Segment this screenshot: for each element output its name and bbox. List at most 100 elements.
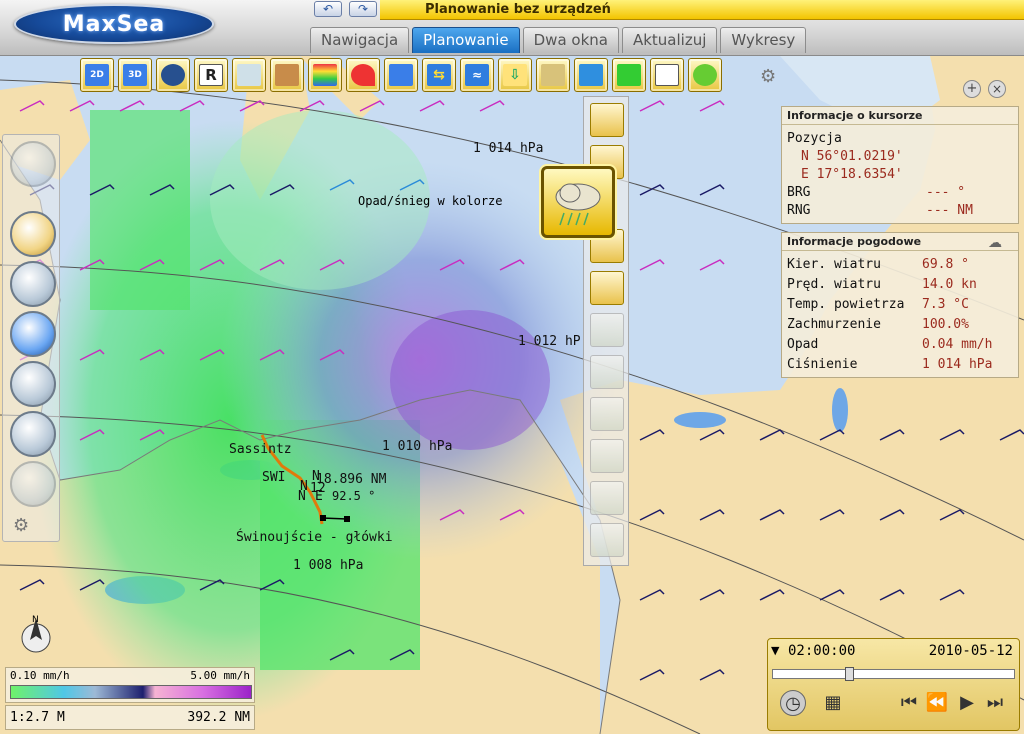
scale-box: 1:2.7 M 392.2 NM [5,705,255,730]
close-panel-button[interactable]: × [988,80,1006,98]
sea-state-icon[interactable] [574,58,608,92]
compass-divider-icon[interactable] [10,261,56,307]
main-tabs: Nawigacja Planowanie Dwa okna Aktualizuj… [310,27,807,53]
skip-back-icon[interactable]: ⏮ [896,690,922,716]
waypoint-tool-icon[interactable] [10,361,56,407]
route-waypoint-n3: N [298,489,306,504]
skip-forward-icon[interactable]: ⏭ [982,690,1008,716]
sea-temperature-icon[interactable] [590,439,624,473]
precipitation-tooltip: Opad/śnieg w kolorze [358,194,503,208]
photo-chart-icon[interactable] [270,58,304,92]
wind-speed-label: Pręd. wiatru [787,277,881,292]
weather-cloud-icon: ☁ [988,235,1002,251]
wind-speed-value: 14.0 kn [922,277,977,292]
place-label-sassintz: Sassintz [229,442,292,457]
view-3d-icon[interactable]: 3D [118,58,152,92]
tab-dwa-okna[interactable]: Dwa okna [522,27,619,53]
position-label: Pozycja [787,131,842,146]
redo-button[interactable]: ↷ [349,1,377,17]
wind-direction-value: 69.8 ° [922,257,969,272]
pressure-value: 1 014 hPa [922,357,993,372]
brg-label: BRG [787,185,811,200]
place-label-swinoujscie: Świnoujście - główki [236,529,393,545]
rng-value: --- NM [926,203,973,218]
svg-text:N: N [32,615,39,625]
pressure-label: Ciśnienie [787,357,858,372]
cursor-longitude: E 17°18.6354' [801,167,903,182]
clock-icon[interactable]: ◷ [780,690,806,716]
wind-direction-label: Kier. wiatru [787,257,881,272]
legend-min-label: 0.10 mm/h [10,669,70,682]
north-arrow-icon: N [18,612,54,656]
globe-icon[interactable] [156,58,190,92]
measure-tool-icon[interactable] [10,411,56,457]
tides-icon[interactable]: ≈ [460,58,494,92]
rng-label: RNG [787,203,811,218]
download-icon[interactable]: ⇩ [498,58,532,92]
time-dropdown-icon[interactable]: ▼ [771,644,779,657]
time-value: 02:00:00 [788,643,856,659]
gear-icon[interactable]: ⚙ [760,66,776,87]
tab-nawigacja[interactable]: Nawigacja [310,27,410,53]
isobar-label-1010: 1 010 hPa [382,439,452,454]
pressure-icon[interactable] [590,313,624,347]
plankton-icon[interactable] [590,523,624,557]
anchor-tool-icon[interactable] [10,461,56,507]
weather-icon[interactable] [536,58,570,92]
currents-icon[interactable]: ⇆ [422,58,456,92]
precipitation-label: Opad [787,337,819,352]
flags-icon[interactable] [612,58,646,92]
step-back-icon[interactable]: ⏪ [924,690,950,716]
tab-aktualizuj[interactable]: Aktualizuj [621,27,718,53]
route-tool-icon[interactable] [10,311,56,357]
rain-cloud-icon [555,183,601,226]
brg-value: --- ° [926,185,966,200]
wave-icon[interactable] [590,355,624,389]
main-toolbar: 2D 3D R ⇆ ≈ ⇩ [80,58,722,96]
cursor-latitude: N 56°01.0219' [801,149,903,164]
app-title: Planowanie bez urządzeń [425,2,611,17]
boat-icon[interactable] [10,141,56,187]
route-waypoint-swi: SWI [262,470,285,485]
air-temp-value: 7.3 °C [922,297,969,312]
isobar-label-1008: 1 008 hPa [293,558,363,573]
tab-planowanie[interactable]: Planowanie [412,27,520,53]
legend-gradient [10,685,252,699]
time-slider-thumb[interactable] [845,667,854,681]
isobar-label-1014: 1 014 hPa [473,141,543,156]
time-slider[interactable] [772,667,1015,681]
air-temp-label: Temp. powietrza [787,297,905,312]
cursor-info-panel: Informacje o kursorze Pozycja N 56°01.02… [781,106,1019,224]
precipitation-legend: 0.10 mm/h 5.00 mm/h [5,667,255,703]
precipitation-value: 0.04 mm/h [922,337,993,352]
calendar-icon[interactable]: ▦ [820,690,846,716]
settings-tools-icon[interactable] [688,58,722,92]
undo-button[interactable]: ↶ [314,1,342,17]
settings-gear-icon[interactable]: ⚙ [13,515,29,536]
vector-chart-icon[interactable] [232,58,266,92]
raster-chart-icon[interactable]: R [194,58,228,92]
weather-info-panel: Informacje pogodowe ☁ Kier. wiatru 69.8 … [781,232,1019,378]
scale-width: 392.2 NM [187,710,250,725]
date-value: 2010-05-12 [928,643,1013,659]
bathymetry-icon[interactable] [308,58,342,92]
tab-wykresy[interactable]: Wykresy [720,27,807,53]
isobar-label-1012: 1 012 hP [518,334,581,349]
route-distance-label: 18.896 NM [316,472,387,487]
precipitation-color-button[interactable] [541,166,615,238]
hand-pan-icon[interactable] [10,211,56,257]
table-icon[interactable] [650,58,684,92]
current-arrow-icon[interactable] [590,397,624,431]
swell-icon[interactable] [590,481,624,515]
play-icon[interactable]: ▶ [954,690,980,716]
title-bar: MaxSea ↶ ↷ Planowanie bez urządzeń Nawig… [0,0,1024,56]
temperature-icon[interactable] [590,103,624,137]
route-leg-number: 12 [310,481,326,496]
download-weather-icon[interactable] [590,271,624,305]
route-pen-icon[interactable] [346,58,380,92]
maxsea-logo: MaxSea [14,4,214,44]
view-2d-icon[interactable]: 2D [80,58,114,92]
instruments-icon[interactable] [384,58,418,92]
add-panel-button[interactable]: + [963,80,981,98]
cursor-info-title: Informacje o kursorze [782,107,1018,125]
